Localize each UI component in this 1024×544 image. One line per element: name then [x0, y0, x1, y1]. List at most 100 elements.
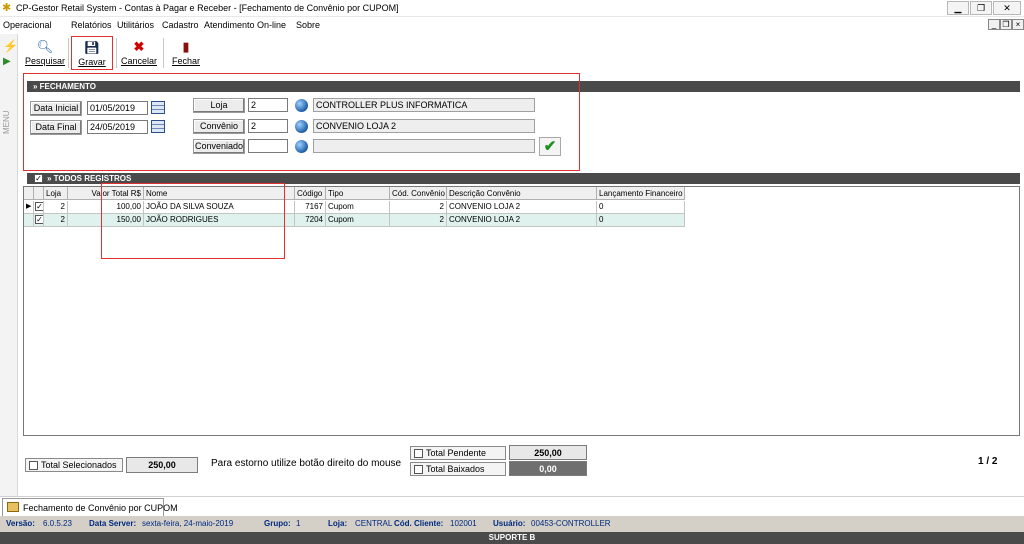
- convenio-name-field: CONVENIO LOJA 2: [313, 119, 535, 133]
- grid-header-check: [34, 187, 44, 200]
- page-indicator: 1 / 2: [978, 456, 998, 467]
- toolbar-separator: [116, 38, 117, 68]
- cell-descricao: CONVENIO LOJA 2: [447, 201, 597, 214]
- cell-lancamento: 0: [597, 214, 685, 227]
- mdi-minimize-button[interactable]: _: [988, 19, 1000, 30]
- support-bar[interactable]: SUPORTE B: [0, 532, 1024, 544]
- cell-loja: 2: [44, 201, 68, 214]
- total-pendente-label: Total Pendente: [426, 448, 487, 458]
- title-bar: ✱ CP-Gestor Retail System - Contas à Pag…: [0, 0, 1024, 17]
- mdi-close-button[interactable]: ×: [1012, 19, 1024, 30]
- grid-header-tipo[interactable]: Tipo: [326, 187, 390, 200]
- maximize-button[interactable]: ❐: [970, 1, 992, 15]
- search-icon: 🔍︎: [36, 39, 54, 54]
- calendar-icon[interactable]: [151, 101, 165, 114]
- grupo-label: Grupo:: [264, 519, 291, 528]
- menu-sobre[interactable]: Sobre: [296, 20, 320, 30]
- row-indicator-icon: ▶: [24, 201, 34, 214]
- total-selecionados-checkbox[interactable]: [29, 461, 38, 470]
- search-globe-icon[interactable]: [295, 120, 308, 133]
- grupo-value: 1: [296, 519, 301, 528]
- menu-atendimento-online[interactable]: Atendimento On-line: [204, 20, 286, 30]
- total-selecionados-label: Total Selecionados: [41, 460, 117, 470]
- row-checkbox[interactable]: ✓: [35, 202, 43, 211]
- server-label: Data Server:: [89, 519, 137, 528]
- total-baixados-label: Total Baixados: [426, 464, 485, 474]
- mdi-restore-button[interactable]: ❐: [1000, 19, 1012, 30]
- search-globe-icon[interactable]: [295, 99, 308, 112]
- pesquisar-button[interactable]: 🔍︎ Pesquisar: [23, 36, 67, 70]
- grid-header-codigo[interactable]: Código: [295, 187, 326, 200]
- versao-value: 6.0.5.23: [43, 519, 72, 528]
- convenio-button[interactable]: Convênio: [193, 119, 245, 134]
- calendar-icon[interactable]: [151, 120, 165, 133]
- fechar-label: Fechar: [171, 56, 200, 66]
- total-pendente-checkbox[interactable]: [414, 449, 423, 458]
- cell-descricao: CONVENIO LOJA 2: [447, 214, 597, 227]
- data-inicial-button[interactable]: Data Inicial: [30, 101, 82, 116]
- cell-cod-convenio: 2: [390, 214, 447, 227]
- status-bar: Versão: 6.0.5.23 Data Server: sexta-feir…: [0, 516, 1024, 532]
- confirm-check-icon[interactable]: ✔: [539, 137, 561, 156]
- nome-highlight-box: [101, 183, 285, 259]
- loja-button[interactable]: Loja: [193, 98, 245, 113]
- cell-codigo: 7204: [295, 214, 326, 227]
- gravar-label: Gravar: [78, 57, 106, 67]
- menu-operacional[interactable]: Operacional: [3, 20, 52, 30]
- exit-door-icon: ▮: [182, 39, 190, 54]
- grid-header-lancamento[interactable]: Lançamento Financeiro: [597, 187, 685, 200]
- loja-status-label: Loja:: [328, 519, 348, 528]
- grid-header-cod-convenio[interactable]: Cód. Convênio: [390, 187, 447, 200]
- convenio-code-field[interactable]: 2: [248, 119, 288, 133]
- minimize-button[interactable]: ▁: [947, 1, 969, 15]
- cancelar-label: Cancelar: [120, 56, 158, 66]
- grid-header-loja[interactable]: Loja: [44, 187, 68, 200]
- save-icon: 💾︎: [83, 40, 101, 55]
- loja-name-field: CONTROLLER PLUS INFORMATICA: [313, 98, 535, 112]
- cancelar-button[interactable]: ✖ Cancelar: [119, 36, 159, 70]
- menu-utilitarios[interactable]: Utilitários: [117, 20, 154, 30]
- cell-tipo: Cupom: [326, 201, 390, 214]
- total-baixados-checkbox[interactable]: [414, 465, 423, 474]
- usuario-value: 00453-CONTROLLER: [531, 519, 611, 528]
- cell-loja: 2: [44, 214, 68, 227]
- loja-status-value: CENTRAL: [355, 519, 393, 528]
- menu-bar: Operacional Relatórios Utilitários Cadas…: [0, 17, 1024, 33]
- cell-codigo: 7167: [295, 201, 326, 214]
- search-globe-icon[interactable]: [295, 140, 308, 153]
- toolbar-separator: [163, 38, 164, 68]
- cell-cod-convenio: 2: [390, 201, 447, 214]
- total-pendente-box: Total Pendente: [410, 446, 506, 460]
- server-value: sexta-feira, 24-maio-2019: [142, 519, 234, 528]
- document-tab[interactable]: Fechamento de Convênio por CUPOM: [2, 498, 178, 516]
- gravar-button[interactable]: 💾︎ Gravar: [71, 36, 113, 70]
- row-checkbox-cell[interactable]: ✓: [34, 201, 44, 214]
- row-indicator-cell: [24, 214, 34, 227]
- row-checkbox[interactable]: ✓: [35, 215, 43, 224]
- play-icon[interactable]: ▶: [3, 56, 15, 68]
- conveniado-code-field[interactable]: [248, 139, 288, 153]
- data-inicial-field[interactable]: 01/05/2019: [87, 101, 148, 115]
- close-window-button[interactable]: ✕: [993, 1, 1021, 15]
- fechar-button[interactable]: ▮ Fechar: [168, 36, 204, 70]
- document-tab-label: Fechamento de Convênio por CUPOM: [23, 503, 178, 513]
- data-final-field[interactable]: 24/05/2019: [87, 120, 148, 134]
- select-all-checkbox[interactable]: ✓: [34, 174, 43, 183]
- menu-relatorios[interactable]: Relatórios: [71, 20, 112, 30]
- cliente-value: 102001: [450, 519, 477, 528]
- total-selecionados-value: 250,00: [126, 457, 198, 473]
- menu-cadastro[interactable]: Cadastro: [162, 20, 199, 30]
- total-selecionados-box: Total Selecionados: [25, 458, 123, 472]
- lightning-icon[interactable]: ⚡: [3, 40, 18, 52]
- conveniado-button[interactable]: Conveniado: [193, 139, 245, 154]
- app-icon: ✱: [2, 2, 12, 14]
- loja-code-field[interactable]: 2: [248, 98, 288, 112]
- usuario-label: Usuário:: [493, 519, 526, 528]
- total-baixados-value: 0,00: [509, 461, 587, 476]
- menu-side-label[interactable]: MENU: [2, 100, 16, 144]
- versao-label: Versão:: [6, 519, 35, 528]
- toolbar-separator: [68, 38, 69, 68]
- grid-header-descricao[interactable]: Descrição Convênio: [447, 187, 597, 200]
- row-checkbox-cell[interactable]: ✓: [34, 214, 44, 227]
- data-final-button[interactable]: Data Final: [30, 120, 82, 135]
